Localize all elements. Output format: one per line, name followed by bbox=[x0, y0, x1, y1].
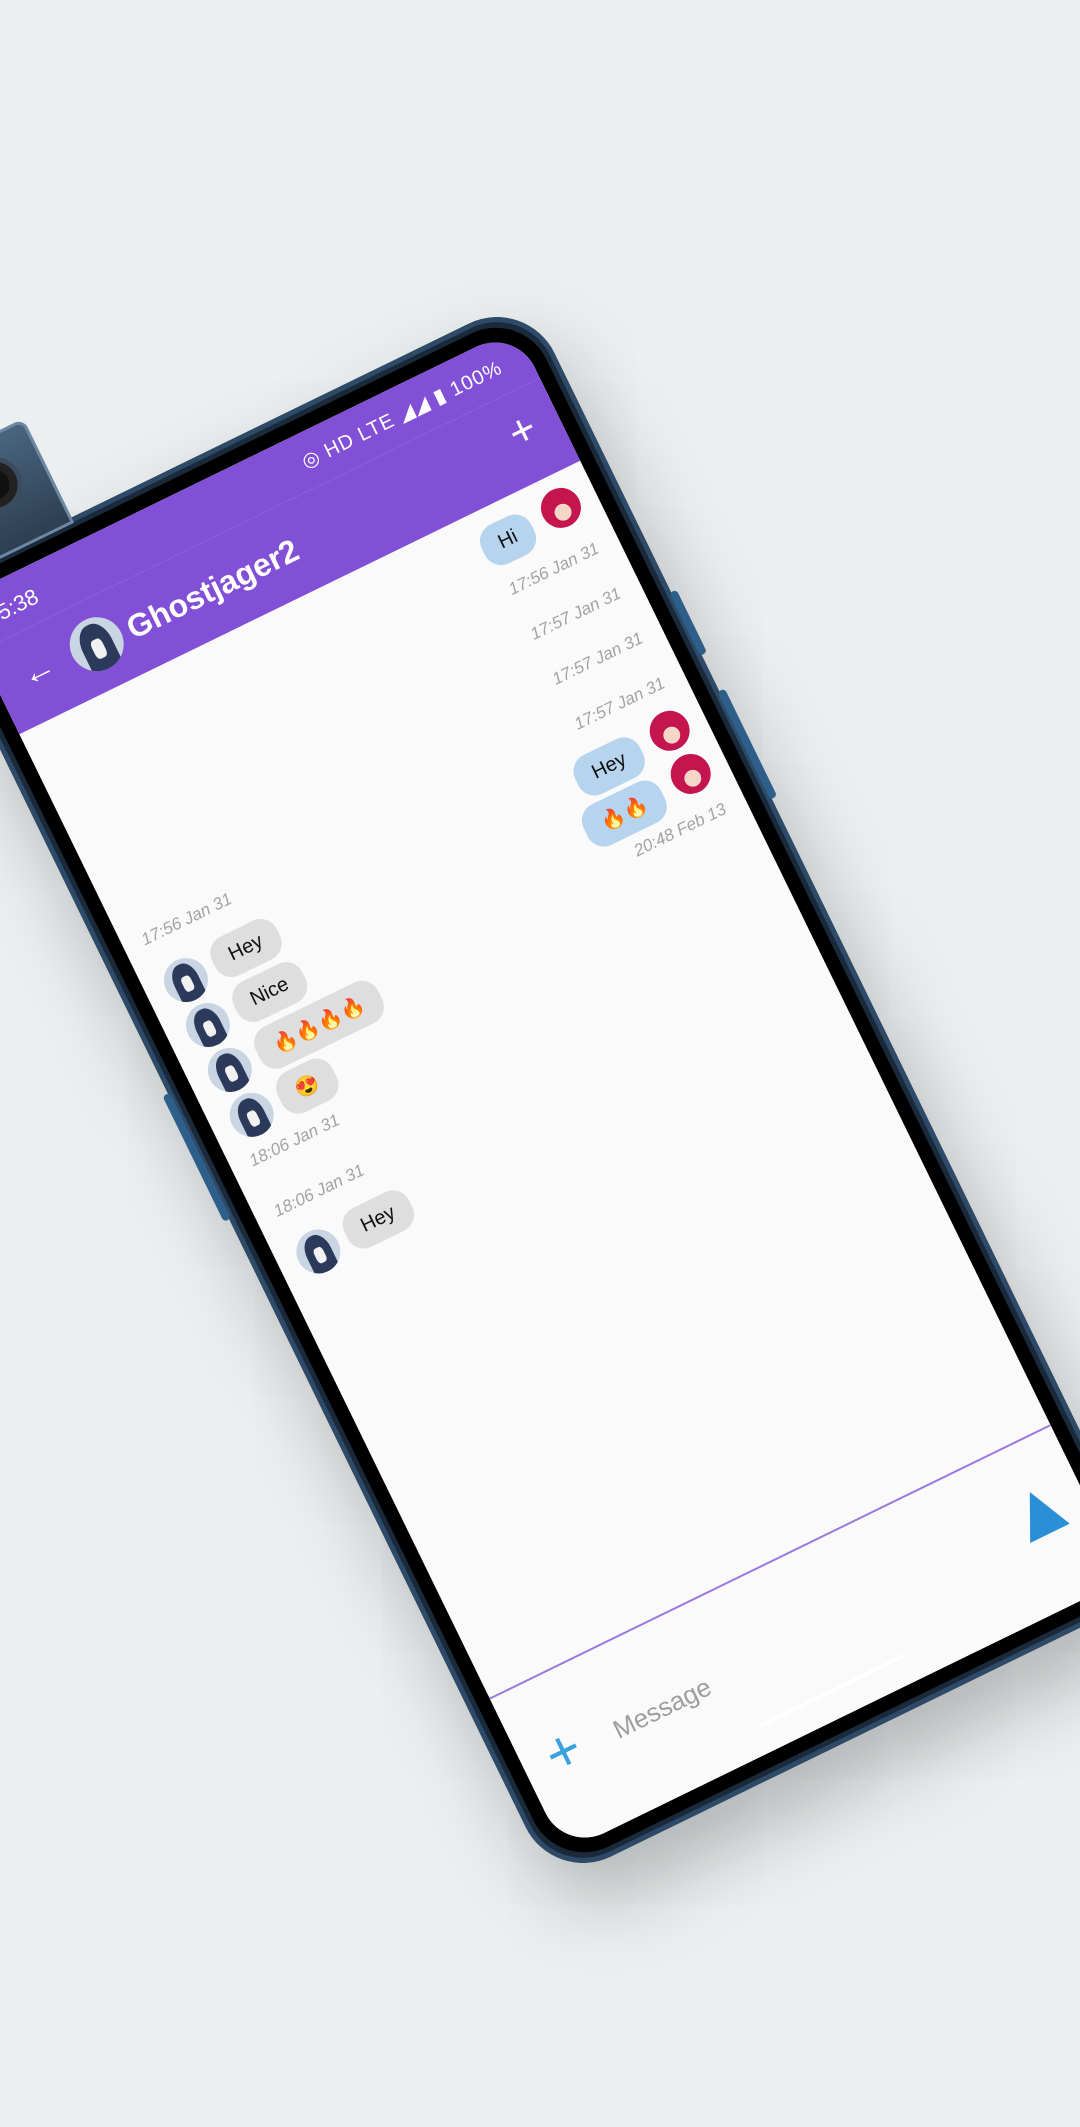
my-avatar bbox=[642, 704, 697, 758]
contact-avatar-small bbox=[288, 1222, 348, 1281]
add-icon[interactable]: + bbox=[500, 403, 545, 458]
timestamp: 17:57 Jan 31 bbox=[549, 628, 646, 689]
attach-plus-icon[interactable]: + bbox=[534, 1715, 593, 1788]
camera-lens bbox=[0, 454, 26, 516]
phone-device: 5:38 ◎ HD LTE ◢◢ ▮ 100% ← Ghostjager2 + … bbox=[0, 295, 1080, 1885]
timestamp: 17:57 Jan 31 bbox=[527, 583, 624, 644]
contact-avatar-small bbox=[200, 1040, 260, 1100]
contact-avatar-small bbox=[178, 995, 238, 1055]
my-avatar bbox=[534, 481, 588, 535]
status-time: 5:38 bbox=[0, 583, 43, 625]
back-arrow-icon[interactable]: ← bbox=[15, 646, 62, 695]
hotspot-icon: ◎ bbox=[298, 445, 325, 474]
contact-avatar-small bbox=[156, 950, 216, 1010]
bezel: 5:38 ◎ HD LTE ◢◢ ▮ 100% ← Ghostjager2 + … bbox=[0, 308, 1080, 1872]
outgoing-message[interactable]: Hi bbox=[474, 508, 543, 572]
battery-percent: 100% bbox=[446, 356, 506, 401]
battery-icon: ▮ bbox=[429, 384, 451, 410]
my-avatar bbox=[663, 747, 718, 801]
screen: 5:38 ◎ HD LTE ◢◢ ▮ 100% ← Ghostjager2 + … bbox=[0, 327, 1080, 1853]
incoming-message[interactable]: Hey bbox=[336, 1184, 420, 1255]
signal-icon: ◢◢ bbox=[394, 392, 434, 427]
contact-avatar-small bbox=[222, 1085, 282, 1145]
contact-avatar[interactable] bbox=[60, 608, 133, 681]
